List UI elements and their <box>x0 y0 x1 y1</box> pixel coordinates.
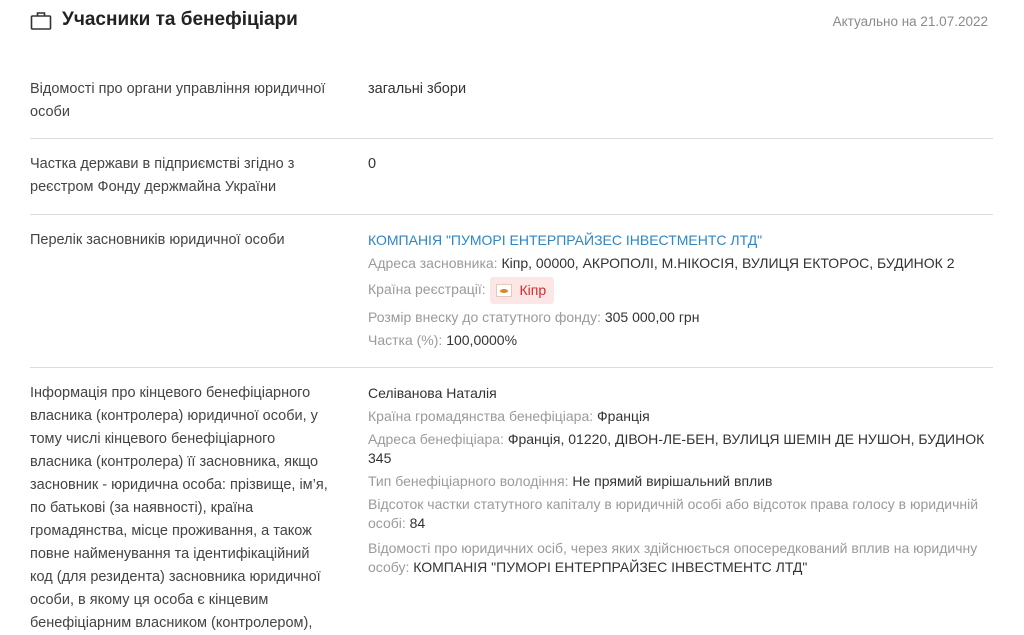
founder-country-label: Країна реєстрації: <box>368 281 486 298</box>
row-value: 0 <box>368 156 377 172</box>
section-title: Учасники та бенефіціари <box>62 9 298 30</box>
row-label: Перелік засновників юридичної особи <box>30 232 285 248</box>
founder-capital: 305 000,00 грн <box>604 309 700 325</box>
beneficiary-name: Селіванова Наталія <box>368 385 497 401</box>
founder-address-label: Адреса засновника: <box>368 255 498 271</box>
founder-share-label: Частка (%): <box>368 332 443 348</box>
briefcase-icon <box>30 12 52 30</box>
founders-row: Перелік засновників юридичної особи КОМП… <box>30 215 993 368</box>
ownership-type-value: Не прямий вирішальний вплив <box>572 473 773 489</box>
beneficiary-address-label: Адреса бенефіціара: <box>368 431 504 447</box>
founder-capital-label: Розмір внеску до статутного фонду: <box>368 309 601 325</box>
state-share-row: Частка держави в підприємстві згідно з р… <box>30 139 993 215</box>
cyprus-flag-icon <box>495 284 512 297</box>
beneficiary-row: Інформація про кінцевого бенефіціарного … <box>30 368 993 631</box>
section-header: Учасники та бенефіціари Актуально на 21.… <box>0 0 1024 44</box>
beneficiary-block: Селіванова Наталія Країна громадянства б… <box>368 382 993 577</box>
founder-country: Кіпр <box>519 282 547 298</box>
founder-share: 100,0000% <box>446 332 518 348</box>
ownership-type-label: Тип бенефіціарного володіння: <box>368 473 569 489</box>
country-badge: Кіпр <box>489 277 555 304</box>
governance-row: Відомості про органи управління юридично… <box>30 66 993 139</box>
capital-percent-value: 84 <box>409 515 426 531</box>
row-label: Частка держави в підприємстві згідно з р… <box>30 156 295 195</box>
actuality-date: Актуально на 21.07.2022 <box>832 14 988 29</box>
row-value: загальні збори <box>368 81 467 97</box>
indirect-influence-value: КОМПАНІЯ "ПУМОРІ ЕНТЕРПРАЙЗЕС ІНВЕСТМЕНТ… <box>413 559 808 575</box>
founder-block: КОМПАНІЯ "ПУМОРІ ЕНТЕРПРАЙЗЕС ІНВЕСТМЕНТ… <box>368 229 993 352</box>
row-label: Інформація про кінцевого бенефіціарного … <box>30 385 328 631</box>
capital-percent-label: Відсоток частки статутного капіталу в юр… <box>368 496 979 531</box>
citizenship-value: Франція <box>597 408 650 424</box>
founder-address: Кіпр, 00000, АКРОПОЛІ, М.НІКОСІЯ, ВУЛИЦЯ… <box>501 255 955 271</box>
founder-link[interactable]: КОМПАНІЯ "ПУМОРІ ЕНТЕРПРАЙЗЕС ІНВЕСТМЕНТ… <box>368 232 762 248</box>
citizenship-label: Країна громадянства бенефіціара: <box>368 408 594 424</box>
row-label: Відомості про органи управління юридично… <box>30 81 326 120</box>
